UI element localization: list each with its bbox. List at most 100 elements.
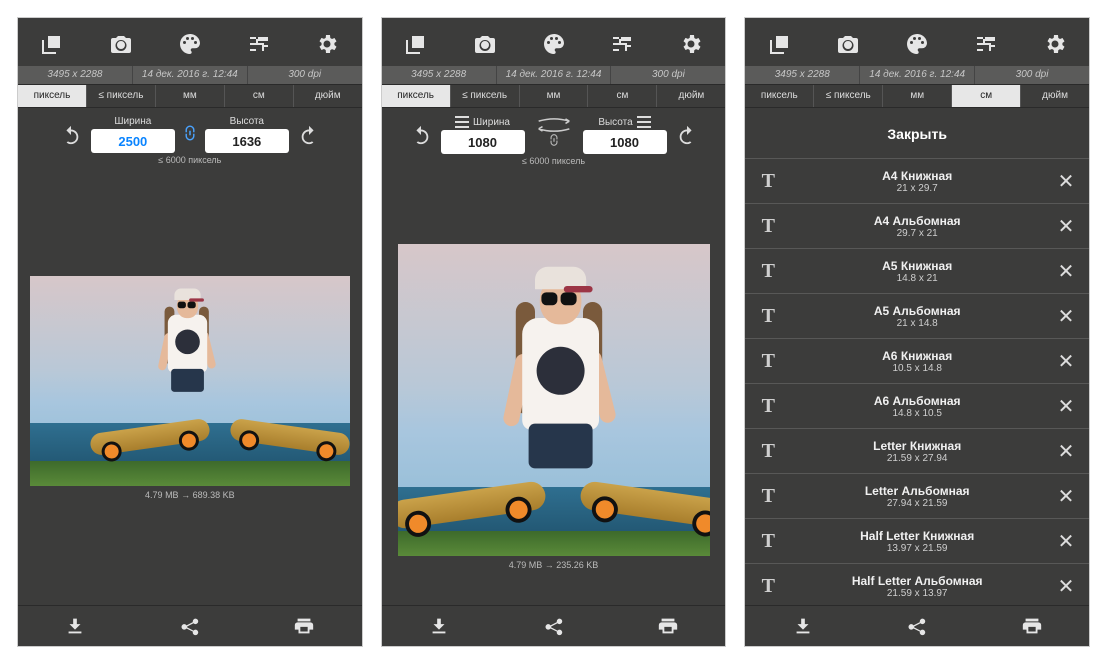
- menu-icon[interactable]: [637, 116, 651, 128]
- unit-cm[interactable]: см: [952, 85, 1021, 107]
- gallery-button[interactable]: [745, 32, 814, 56]
- aspect-lock-button[interactable]: [181, 124, 199, 145]
- unit-inch[interactable]: дюйм: [294, 85, 362, 107]
- meta-bar: 3495 x 2288 14 дек. 2016 г. 12:44 300 dp…: [18, 66, 362, 84]
- bottom-bar: [18, 605, 362, 646]
- camera-button[interactable]: [814, 32, 883, 56]
- unit-maxpixel[interactable]: ≤ пиксель: [814, 85, 883, 107]
- limit-text: ≤ 6000 пиксель: [18, 155, 362, 171]
- preset-row[interactable]: THalf Letter Книжная13.97 x 21.59✕: [745, 518, 1089, 563]
- preview-image[interactable]: [398, 244, 710, 556]
- preview-image[interactable]: [30, 276, 350, 486]
- width-input[interactable]: [441, 130, 525, 154]
- unit-tabs: пиксель ≤ пиксель мм см дюйм: [18, 84, 362, 108]
- unit-cm[interactable]: см: [225, 85, 294, 107]
- preset-title: A4 Альбомная: [787, 214, 1047, 228]
- preset-row[interactable]: TLetter Книжная21.59 x 27.94✕: [745, 428, 1089, 473]
- preset-dim: 21 x 29.7: [787, 183, 1047, 194]
- meta-date: 14 дек. 2016 г. 12:44: [860, 66, 974, 84]
- camera-button[interactable]: [87, 32, 156, 56]
- undo-button[interactable]: [407, 124, 435, 146]
- unit-pixel[interactable]: пиксель: [18, 85, 87, 107]
- preset-row[interactable]: TA6 Книжная10.5 x 14.8✕: [745, 338, 1089, 383]
- palette-icon: [905, 32, 929, 56]
- preset-delete[interactable]: ✕: [1047, 214, 1085, 239]
- palette-icon: [178, 32, 202, 56]
- share-button[interactable]: [133, 606, 248, 646]
- palette-button[interactable]: [519, 32, 588, 56]
- swap-button[interactable]: [531, 118, 577, 150]
- unit-maxpixel[interactable]: ≤ пиксель: [451, 85, 520, 107]
- preset-row[interactable]: TA5 Книжная14.8 x 21✕: [745, 248, 1089, 293]
- meta-dpi: 300 dpi: [248, 66, 362, 84]
- sliders-button[interactable]: [952, 32, 1021, 56]
- width-input[interactable]: [91, 129, 175, 153]
- preset-delete[interactable]: ✕: [1047, 439, 1085, 464]
- palette-button[interactable]: [883, 32, 952, 56]
- share-button[interactable]: [496, 606, 611, 646]
- undo-button[interactable]: [57, 124, 85, 146]
- share-icon: [179, 615, 201, 637]
- menu-icon[interactable]: [455, 116, 469, 128]
- unit-cm[interactable]: см: [588, 85, 657, 107]
- height-input[interactable]: [205, 129, 289, 153]
- redo-button[interactable]: [673, 124, 701, 146]
- width-label: Ширина: [114, 116, 151, 127]
- settings-button[interactable]: [657, 32, 726, 56]
- settings-button[interactable]: [1020, 32, 1089, 56]
- height-label: Высота: [230, 116, 264, 127]
- unit-pixel[interactable]: пиксель: [745, 85, 814, 107]
- gallery-button[interactable]: [382, 32, 451, 56]
- gallery-icon: [404, 32, 428, 56]
- preset-delete[interactable]: ✕: [1047, 529, 1085, 554]
- preset-delete[interactable]: ✕: [1047, 484, 1085, 509]
- sliders-button[interactable]: [588, 32, 657, 56]
- bottom-bar: [382, 605, 726, 646]
- print-button[interactable]: [611, 606, 726, 646]
- palette-button[interactable]: [155, 32, 224, 56]
- download-button[interactable]: [18, 606, 133, 646]
- gallery-button[interactable]: [18, 32, 87, 56]
- preset-row[interactable]: TA6 Альбомная14.8 x 10.5✕: [745, 383, 1089, 428]
- height-input[interactable]: [583, 130, 667, 154]
- download-button[interactable]: [382, 606, 497, 646]
- preset-delete[interactable]: ✕: [1047, 574, 1085, 599]
- width-field: Ширина: [91, 116, 175, 153]
- print-button[interactable]: [247, 606, 362, 646]
- print-button[interactable]: [974, 606, 1089, 646]
- unit-pixel[interactable]: пиксель: [382, 85, 451, 107]
- preset-title: Letter Альбомная: [787, 484, 1047, 498]
- unit-mm[interactable]: мм: [883, 85, 952, 107]
- close-header[interactable]: Закрыть: [745, 108, 1089, 158]
- preset-row[interactable]: THalf Letter Альбомная21.59 x 13.97✕: [745, 563, 1089, 605]
- preset-delete[interactable]: ✕: [1047, 349, 1085, 374]
- settings-button[interactable]: [293, 32, 362, 56]
- preset-title: A6 Книжная: [787, 349, 1047, 363]
- unit-inch[interactable]: дюйм: [657, 85, 725, 107]
- share-button[interactable]: [860, 606, 975, 646]
- preset-dim: 27.94 x 21.59: [787, 498, 1047, 509]
- unit-inch[interactable]: дюйм: [1021, 85, 1089, 107]
- meta-date: 14 дек. 2016 г. 12:44: [133, 66, 247, 84]
- unit-mm[interactable]: мм: [156, 85, 225, 107]
- bottom-bar: [745, 605, 1089, 646]
- preset-delete[interactable]: ✕: [1047, 304, 1085, 329]
- preset-delete[interactable]: ✕: [1047, 259, 1085, 284]
- download-button[interactable]: [745, 606, 860, 646]
- redo-button[interactable]: [295, 124, 323, 146]
- unit-maxpixel[interactable]: ≤ пиксель: [87, 85, 156, 107]
- meta-dimensions: 3495 x 2288: [382, 66, 496, 84]
- preset-row[interactable]: TLetter Альбомная27.94 x 21.59✕: [745, 473, 1089, 518]
- sliders-button[interactable]: [224, 32, 293, 56]
- preset-dim: 21.59 x 13.97: [787, 588, 1047, 599]
- camera-button[interactable]: [450, 32, 519, 56]
- undo-icon: [60, 124, 82, 146]
- unit-mm[interactable]: мм: [520, 85, 589, 107]
- text-icon: T: [749, 575, 787, 598]
- preset-delete[interactable]: ✕: [1047, 169, 1085, 194]
- preset-delete[interactable]: ✕: [1047, 394, 1085, 419]
- preview-area: 4.79 MB → 689.38 KB: [18, 171, 362, 605]
- preset-row[interactable]: TA4 Книжная21 x 29.7✕: [745, 158, 1089, 203]
- preset-row[interactable]: TA4 Альбомная29.7 x 21✕: [745, 203, 1089, 248]
- preset-row[interactable]: TA5 Альбомная21 x 14.8✕: [745, 293, 1089, 338]
